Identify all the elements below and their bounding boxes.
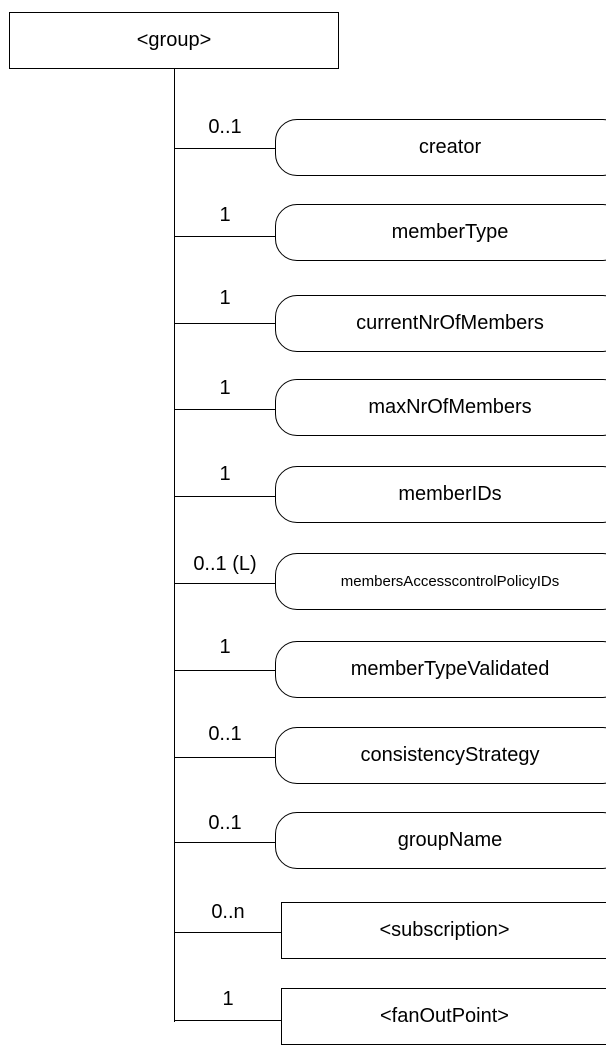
connector-max-nr-of-members [175,409,275,410]
attribute-group-name: groupName [275,812,606,869]
connector-member-ids [175,496,275,497]
multiplicity-member-type-validated: 1 [219,636,231,658]
resource-structure-diagram: <group> 0..1 creator 1 memberType 1 curr… [0,0,606,1045]
attribute-creator: creator [275,119,606,176]
multiplicity-group-name: 0..1 [208,812,242,834]
attribute-member-type-validated-label: memberTypeValidated [350,658,550,680]
attribute-member-type: memberType [275,204,606,261]
attribute-max-nr-of-members: maxNrOfMembers [275,379,606,436]
multiplicity-fan-out-point: 1 [222,988,234,1010]
attribute-member-type-validated: memberTypeValidated [275,641,606,698]
multiplicity-max-nr-of-members: 1 [219,377,231,399]
connector-fan-out-point [175,1020,281,1021]
multiplicity-member-ids: 1 [219,463,231,485]
connector-member-type-validated [175,670,275,671]
child-resource-fan-out-point: <fanOutPoint> [281,988,606,1045]
attribute-members-access-control-policy-ids-label: membersAccesscontrolPolicyIDs [340,573,560,590]
attribute-current-nr-of-members-label: currentNrOfMembers [356,312,544,334]
child-resource-subscription-label: <subscription> [379,919,510,941]
connector-current-nr-of-members [175,323,275,324]
attribute-consistency-strategy-label: consistencyStrategy [360,744,540,766]
multiplicity-subscription: 0..n [211,901,245,923]
connector-subscription [175,932,281,933]
attribute-member-ids-label: memberIDs [398,483,502,505]
attribute-members-access-control-policy-ids: membersAccesscontrolPolicyIDs [275,553,606,610]
attribute-current-nr-of-members: currentNrOfMembers [275,295,606,352]
child-resource-fan-out-point-label: <fanOutPoint> [380,1005,509,1027]
group-resource-box: <group> [9,12,339,69]
group-resource-label: <group> [136,29,212,51]
multiplicity-members-access-control-policy-ids: 0..1 (L) [193,553,257,575]
connector-members-access-control-policy-ids [175,583,275,584]
connector-group-name [175,842,275,843]
attribute-group-name-label: groupName [397,829,503,851]
multiplicity-creator: 0..1 [208,116,242,138]
attribute-creator-label: creator [418,136,482,158]
attribute-member-type-label: memberType [391,221,509,243]
child-resource-subscription: <subscription> [281,902,606,959]
attribute-max-nr-of-members-label: maxNrOfMembers [368,396,532,418]
multiplicity-current-nr-of-members: 1 [219,287,231,309]
multiplicity-member-type: 1 [219,204,231,226]
attribute-member-ids: memberIDs [275,466,606,523]
attribute-consistency-strategy: consistencyStrategy [275,727,606,784]
connector-creator [175,148,275,149]
connector-member-type [175,236,275,237]
connector-consistency-strategy [175,757,275,758]
multiplicity-consistency-strategy: 0..1 [208,723,242,745]
